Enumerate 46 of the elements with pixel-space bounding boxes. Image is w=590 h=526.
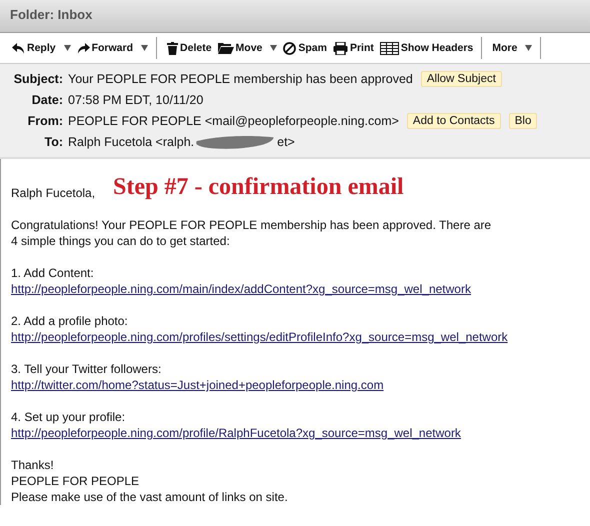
intro-paragraph: Congratulations! Your PEOPLE FOR PEOPLE membership has been approved. There are 4 simple things you can do to get started: bbox=[11, 217, 492, 249]
step-title: 3. Tell your Twitter followers: bbox=[11, 362, 162, 376]
caret-icon bbox=[270, 45, 278, 51]
folder-title: Folder: Inbox bbox=[10, 7, 92, 22]
toolbar-button[interactable]: Move bbox=[216, 42, 280, 54]
step-title: 2. Add a profile photo: bbox=[11, 314, 128, 328]
closing-text: PEOPLE FOR PEOPLE bbox=[11, 473, 140, 489]
recipient-text: Ralph Fucetola <ralph. bbox=[68, 134, 194, 148]
field-label: To: bbox=[43, 134, 63, 148]
forward-icon bbox=[76, 42, 90, 54]
toolbar-button[interactable]: Spam bbox=[281, 42, 329, 54]
table-icon bbox=[380, 42, 399, 54]
field-label: Date: bbox=[30, 92, 63, 106]
date-text: 07:58 PM EDT, 10/11/20 bbox=[68, 92, 204, 106]
caret-icon bbox=[64, 45, 71, 51]
allow-subject-button[interactable]: Allow Subject bbox=[420, 70, 502, 86]
recipient-text: et> bbox=[277, 134, 295, 148]
toolbar-button[interactable]: Print bbox=[330, 42, 376, 54]
step-link[interactable]: http://peopleforpeople.ning.com/profile/RalphFucetola?xg_source=msg_wel_network bbox=[11, 426, 461, 440]
toolbar-button[interactable]: Delete bbox=[165, 42, 214, 54]
toolbar-button[interactable]: Forward bbox=[74, 37, 158, 59]
step-title: 4. Set up your profile: bbox=[11, 410, 126, 424]
printer-icon bbox=[332, 42, 348, 54]
step-title: 1. Add Content: bbox=[11, 266, 94, 280]
greeting-text: Ralph Fucetola, bbox=[11, 185, 96, 201]
subject-text: Your PEOPLE FOR PEOPLE membership has been approved bbox=[68, 72, 413, 86]
caret-icon bbox=[525, 45, 532, 51]
step-link[interactable]: http://peopleforpeople.ning.com/main/index/addContent?xg_source=msg_wel_network bbox=[11, 282, 471, 296]
annotation-text: Step #7 - confirmation email bbox=[113, 173, 404, 201]
toolbar-button[interactable]: Reply bbox=[10, 42, 73, 54]
reply-icon bbox=[12, 42, 25, 54]
caret-icon bbox=[141, 45, 148, 51]
ban-icon bbox=[283, 42, 296, 54]
contact-button[interactable]: Blo bbox=[508, 112, 538, 128]
contact-button[interactable]: Add to Contacts bbox=[406, 112, 501, 128]
step-link[interactable]: http://peopleforpeople.ning.com/profiles/settings/editProfileInfo?xg_source=msg_wel_network bbox=[11, 330, 508, 344]
folder-icon bbox=[218, 42, 234, 54]
field-label: Subject: bbox=[12, 72, 63, 86]
trash-icon bbox=[167, 42, 178, 54]
sender-text: PEOPLE FOR PEOPLE <mail@peopleforpeople.ning.com> bbox=[68, 114, 399, 128]
closing-text: Please make use of the vast amount of links on site. bbox=[11, 489, 289, 505]
closing-text: Thanks! bbox=[11, 457, 55, 473]
toolbar-button[interactable]: More bbox=[490, 37, 542, 59]
field-label: From: bbox=[26, 114, 63, 128]
toolbar-button[interactable]: Show Headers bbox=[378, 37, 482, 59]
step-link[interactable]: http://twitter.com/home?status=Just+joined+peopleforpeople.ning.com bbox=[11, 378, 384, 392]
